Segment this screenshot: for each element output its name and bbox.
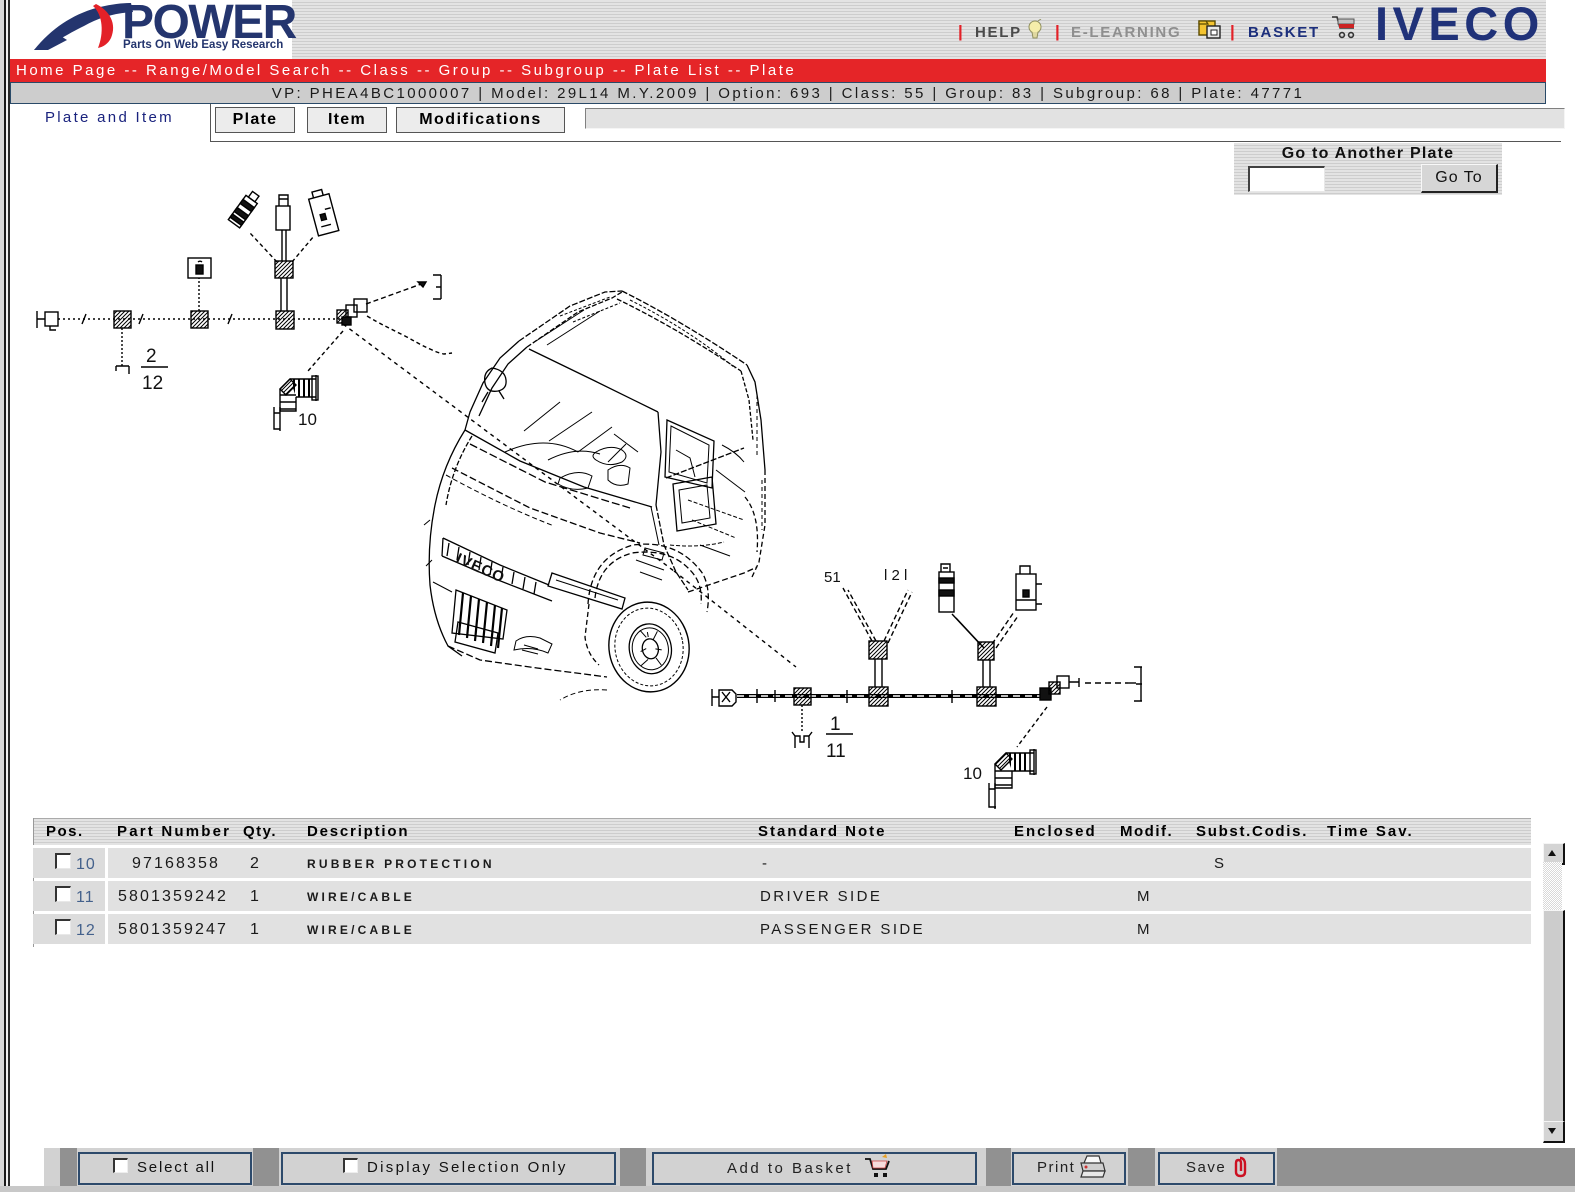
svg-text:2: 2 — [146, 346, 157, 367]
svg-text:51: 51 — [824, 569, 841, 586]
svg-text:11: 11 — [826, 741, 846, 762]
svg-text:10: 10 — [298, 410, 317, 429]
svg-text:l 2 l: l 2 l — [884, 567, 907, 584]
svg-text:12: 12 — [142, 373, 163, 394]
svg-text:10: 10 — [963, 764, 982, 783]
svg-text:1: 1 — [830, 714, 841, 735]
